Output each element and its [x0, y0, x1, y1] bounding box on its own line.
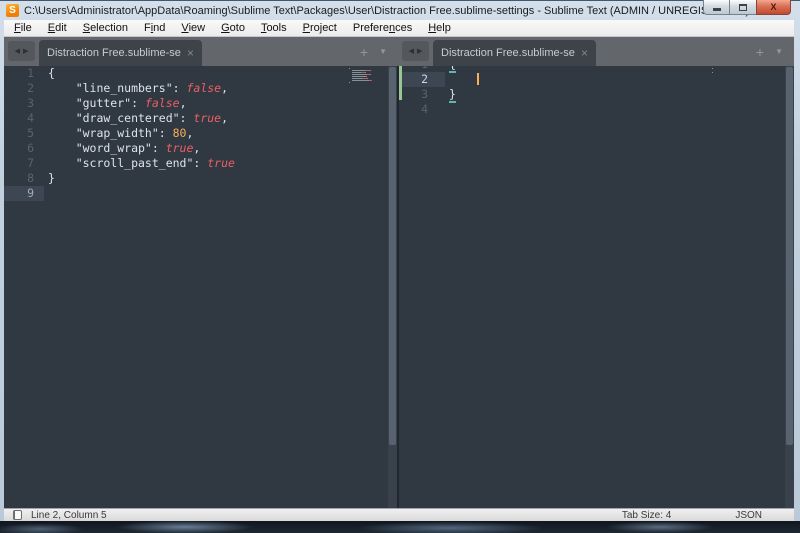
- window-controls: X: [703, 0, 791, 15]
- menu-item-file[interactable]: File: [6, 21, 40, 35]
- sublime-text-window: S C:\Users\Administrator\AppData\Roaming…: [0, 0, 800, 533]
- prev-tab-icon[interactable]: ◀: [15, 48, 20, 55]
- minimap[interactable]: [349, 68, 387, 86]
- line-number: 4: [4, 111, 44, 126]
- tab-distraction-free-settings-right[interactable]: Distraction Free.sublime-settings ×: [433, 40, 596, 66]
- prev-tab-icon[interactable]: ◀: [409, 48, 414, 55]
- code-line[interactable]: "gutter": false,: [48, 96, 397, 111]
- line-number: 6: [4, 141, 44, 156]
- caret-position: Line 2, Column 5: [31, 510, 107, 521]
- close-button[interactable]: X: [756, 0, 791, 15]
- tab-close-icon[interactable]: ×: [581, 47, 588, 59]
- tab-row: ◀ ▶ Distraction Free.sublime-settings × …: [4, 37, 794, 66]
- code-line[interactable]: }: [449, 87, 794, 102]
- code-line[interactable]: "line_numbers": false,: [48, 81, 397, 96]
- tab-bar-right: ◀ ▶ Distraction Free.sublime-settings × …: [398, 37, 794, 66]
- scrollbar-thumb[interactable]: [786, 67, 793, 445]
- menu-item-find[interactable]: Find: [136, 21, 173, 35]
- syntax-indicator[interactable]: JSON: [735, 510, 762, 521]
- next-tab-icon[interactable]: ▶: [417, 48, 422, 55]
- line-number: 3: [399, 87, 445, 102]
- menu-item-goto[interactable]: Goto: [213, 21, 253, 35]
- next-tab-icon[interactable]: ▶: [23, 48, 28, 55]
- close-icon: X: [770, 1, 776, 14]
- menu-item-project[interactable]: Project: [295, 21, 345, 35]
- tab-nav-buttons-right[interactable]: ◀ ▶: [402, 41, 429, 61]
- menu-item-preferences[interactable]: Preferences: [345, 21, 420, 35]
- maximize-button[interactable]: [730, 0, 756, 15]
- tab-size-indicator[interactable]: Tab Size: 4: [622, 510, 671, 521]
- vertical-scrollbar[interactable]: [785, 66, 794, 508]
- window-frame-bottom: [0, 521, 800, 533]
- tab-bar-left: ◀ ▶ Distraction Free.sublime-settings × …: [4, 37, 398, 66]
- text-cursor: [477, 73, 479, 85]
- editor-pane-left[interactable]: 123456789 { "line_numbers": false, "gutt…: [4, 66, 397, 508]
- status-bar: Line 2, Column 5 Tab Size: 4 JSON: [4, 508, 794, 521]
- tab-close-icon[interactable]: ×: [187, 47, 194, 59]
- minimap[interactable]: [712, 68, 750, 76]
- minimize-button[interactable]: [703, 0, 730, 15]
- code-text[interactable]: { "line_numbers": false, "gutter": false…: [44, 66, 397, 201]
- menu-item-view[interactable]: View: [173, 21, 213, 35]
- scrollbar-thumb[interactable]: [389, 67, 396, 445]
- line-number-gutter: 123456789: [4, 66, 44, 201]
- line-number-gutter: 1234: [399, 66, 445, 117]
- tab-overflow-button[interactable]: ▼: [775, 48, 783, 56]
- menu-bar: FileEditSelectionFindViewGotoToolsProjec…: [4, 20, 794, 37]
- code-line[interactable]: {: [48, 66, 397, 81]
- menu-item-tools[interactable]: Tools: [253, 21, 295, 35]
- line-number: 8: [4, 171, 44, 186]
- code-line[interactable]: "wrap_width": 80,: [48, 126, 397, 141]
- code-line[interactable]: "word_wrap": true,: [48, 141, 397, 156]
- line-number: 2: [4, 81, 44, 96]
- menu-item-help[interactable]: Help: [420, 21, 459, 35]
- line-number: 5: [4, 126, 44, 141]
- menu-item-edit[interactable]: Edit: [40, 21, 75, 35]
- line-number: 7: [4, 156, 44, 171]
- code-line[interactable]: }: [48, 171, 397, 186]
- sublime-app-icon: S: [6, 4, 19, 17]
- tab-actions-left: + ▼: [360, 37, 398, 66]
- code-line[interactable]: "scroll_past_end": true: [48, 156, 397, 171]
- line-number: 1: [4, 66, 44, 81]
- editor-pane-right[interactable]: 1234 { }: [399, 66, 794, 508]
- vertical-scrollbar[interactable]: [388, 66, 397, 508]
- tab-nav-buttons-left[interactable]: ◀ ▶: [8, 41, 35, 61]
- window-title: C:\Users\Administrator\AppData\Roaming\S…: [24, 4, 794, 17]
- code-line[interactable]: "draw_centered": true,: [48, 111, 397, 126]
- new-tab-button[interactable]: +: [756, 45, 764, 59]
- code-line[interactable]: [48, 186, 397, 201]
- minimize-icon: [713, 8, 721, 11]
- tab-label: Distraction Free.sublime-settings: [441, 47, 575, 59]
- maximize-icon: [739, 4, 747, 11]
- editor-area: 123456789 { "line_numbers": false, "gutt…: [4, 66, 794, 508]
- menu-item-selection[interactable]: Selection: [75, 21, 136, 35]
- line-number: 4: [399, 102, 445, 117]
- new-tab-button[interactable]: +: [360, 45, 368, 59]
- line-number: 9: [4, 186, 44, 201]
- code-line[interactable]: [449, 102, 794, 117]
- vintage-mode-icon[interactable]: [13, 510, 22, 520]
- line-number: 3: [4, 96, 44, 111]
- diff-added-marker: [399, 66, 402, 100]
- tab-overflow-button[interactable]: ▼: [379, 48, 387, 56]
- tab-distraction-free-settings-left[interactable]: Distraction Free.sublime-settings ×: [39, 40, 202, 66]
- tab-actions-right: + ▼: [756, 37, 794, 66]
- tab-label: Distraction Free.sublime-settings: [47, 47, 181, 59]
- line-number: 2: [399, 72, 445, 87]
- title-bar[interactable]: S C:\Users\Administrator\AppData\Roaming…: [0, 0, 800, 20]
